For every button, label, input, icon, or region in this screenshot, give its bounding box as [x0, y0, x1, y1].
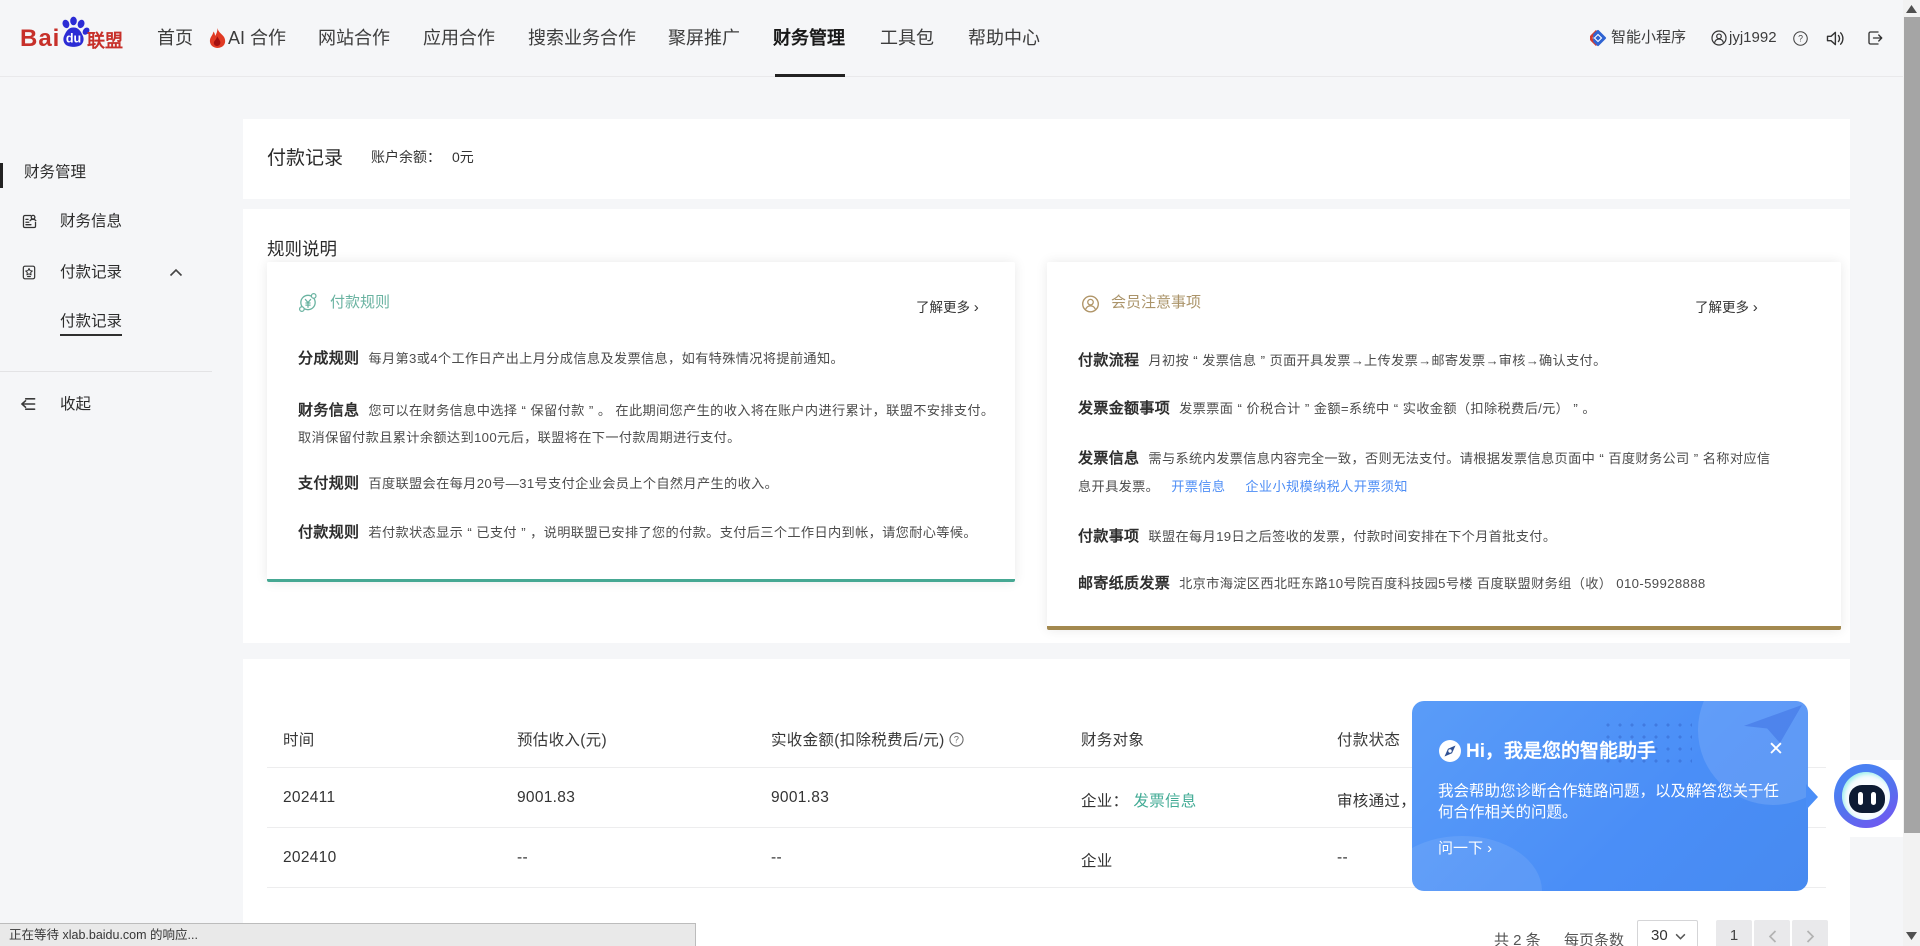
svg-text:?: ?: [954, 735, 959, 745]
svg-text:du: du: [66, 32, 81, 46]
svg-text:?: ?: [1798, 34, 1803, 44]
